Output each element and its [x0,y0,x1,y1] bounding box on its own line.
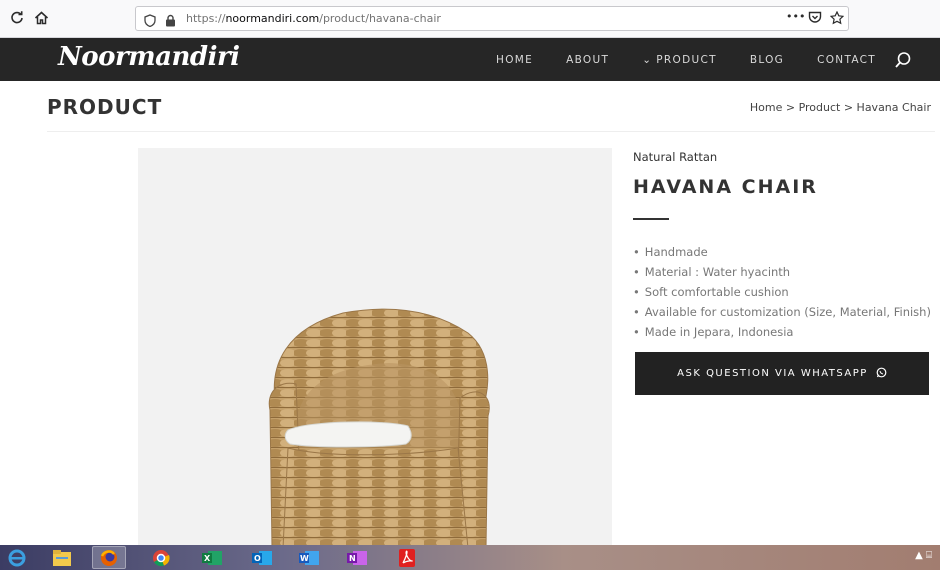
list-item: Soft comfortable cushion [633,282,931,302]
whatsapp-button-label: ASK QUESTION VIA WHATSAPP [677,368,868,379]
main-nav: HOME ABOUT ⌄ PRODUCT BLOG CONTACT [463,38,876,81]
url-prefix: https:// [186,12,226,25]
pocket-icon[interactable] [808,11,822,28]
windows-taskbar: X O W N ▲ ⌸ [0,545,940,570]
svg-text:O: O [254,554,261,563]
home-icon[interactable] [32,9,50,27]
outlook-icon[interactable]: O [245,546,279,569]
product-name: HAVANA CHAIR [633,176,818,198]
site-header: Noormandiri HOME ABOUT ⌄ PRODUCT BLOG CON… [0,38,940,81]
title-underline [633,218,669,220]
onenote-icon[interactable]: N [340,546,374,569]
svg-text:W: W [300,554,309,563]
url-domain: noormandiri.com [225,12,320,25]
divider [47,131,935,132]
svg-text:X: X [204,554,211,563]
site-logo[interactable]: Noormandiri [58,42,240,72]
search-icon[interactable] [894,51,912,69]
shield-icon[interactable] [144,12,156,31]
list-item: Material : Water hyacinth [633,262,931,282]
nav-product-label: PRODUCT [656,53,717,66]
feature-list: Handmade Material : Water hyacinth Soft … [633,242,931,342]
file-explorer-icon[interactable] [45,546,79,569]
system-tray[interactable]: ▲ ⌸ [915,550,932,561]
page-actions-menu[interactable]: ••• [786,10,805,23]
chevron-down-icon: ⌄ [642,53,653,66]
lock-icon[interactable] [165,12,176,31]
product-category: Natural Rattan [633,150,718,164]
browser-toolbar: https://noormandiri.com/product/havana-c… [0,0,940,38]
excel-icon[interactable]: X [195,546,229,569]
ie-icon[interactable] [0,546,34,569]
url-text[interactable]: https://noormandiri.com/product/havana-c… [186,12,441,25]
word-icon[interactable]: W [292,546,326,569]
nav-about[interactable]: ABOUT [566,54,609,66]
nav-blog[interactable]: BLOG [750,54,784,66]
reload-icon[interactable] [8,9,26,27]
nav-home[interactable]: HOME [496,54,533,66]
url-path: /product/havana-chair [319,12,441,25]
page-title: PRODUCT [47,95,163,119]
star-icon[interactable] [829,10,845,29]
list-item: Available for customization (Size, Mater… [633,302,931,322]
svg-text:N: N [349,554,356,563]
breadcrumb[interactable]: Home > Product > Havana Chair [750,101,931,114]
chair-illustration [268,308,490,549]
acrobat-icon[interactable] [390,546,424,569]
ask-whatsapp-button[interactable]: ASK QUESTION VIA WHATSAPP [635,352,929,395]
nav-product[interactable]: ⌄ PRODUCT [642,54,717,66]
chrome-icon[interactable] [144,546,178,569]
list-item: Handmade [633,242,931,262]
whatsapp-icon [876,367,887,381]
firefox-icon[interactable] [92,546,126,569]
product-image[interactable] [138,148,612,549]
url-bar[interactable]: https://noormandiri.com/product/havana-c… [135,6,849,31]
nav-contact[interactable]: CONTACT [817,54,876,66]
list-item: Made in Jepara, Indonesia [633,322,931,342]
